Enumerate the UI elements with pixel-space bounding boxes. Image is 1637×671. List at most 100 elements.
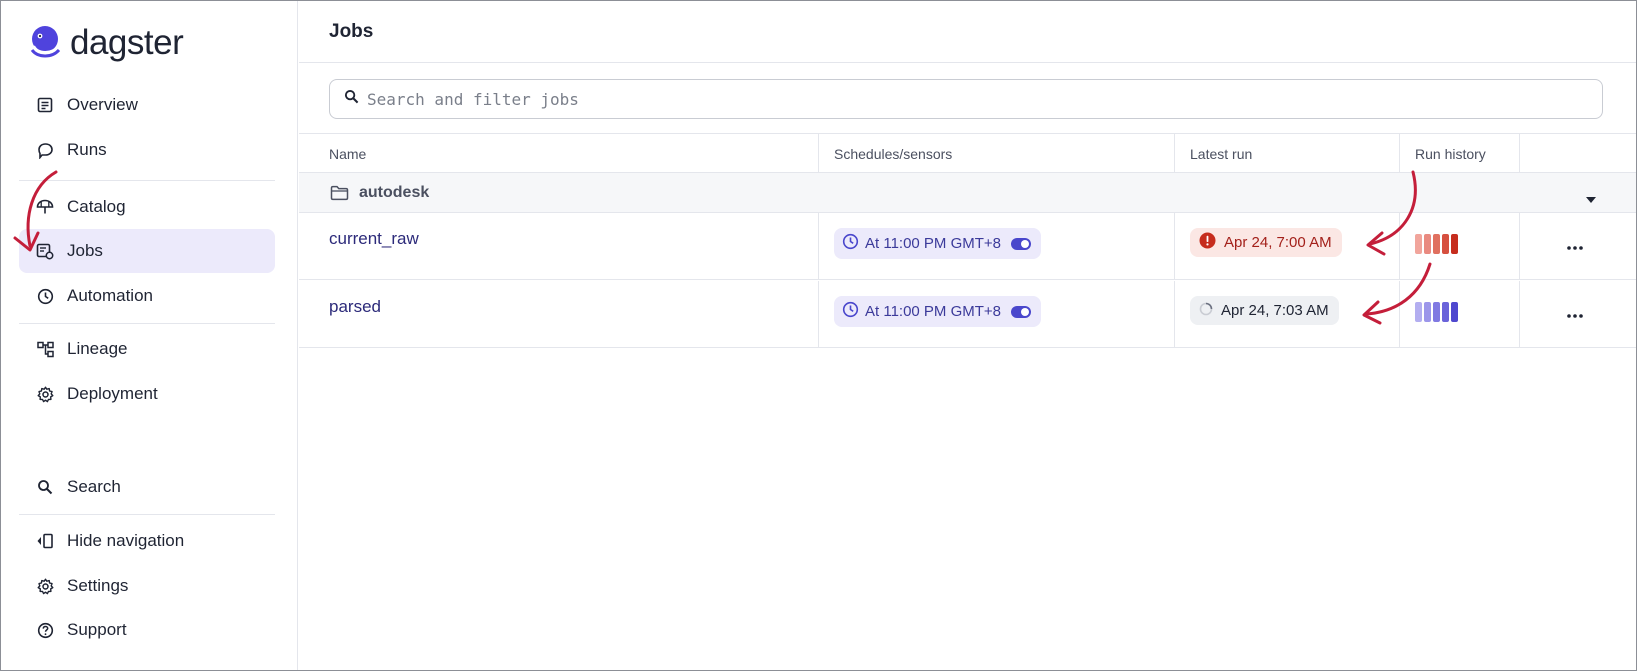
table-row: parsed At 11:00 PM GMT+8 Apr 24, 7:03 AM [299,281,1636,348]
sidebar-item-jobs[interactable]: Jobs [19,229,275,273]
sidebar-item-label: Jobs [67,241,103,260]
search-icon [344,89,359,109]
catalog-icon [36,198,54,216]
sidebar-item-automation[interactable]: Automation [19,274,275,318]
sidebar-item-settings[interactable]: Settings [19,564,275,608]
column-header-schedules[interactable]: Schedules/sensors [818,134,1174,174]
overview-icon [36,96,54,114]
run-history-bar[interactable] [1451,234,1458,254]
run-history [1415,302,1458,322]
latest-run-label: Apr 24, 7:00 AM [1224,234,1332,251]
sidebar-item-label: Catalog [67,197,126,216]
search-input[interactable] [367,89,1567,109]
schedule-cell: At 11:00 PM GMT+8 [818,281,1174,348]
run-history-bar[interactable] [1442,234,1449,254]
sidebar-item-label: Automation [67,286,153,305]
run-history-bar[interactable] [1451,302,1458,322]
sidebar-item-label: Hide navigation [67,531,185,550]
sidebar-item-hide-navigation[interactable]: Hide navigation [19,519,275,563]
lineage-icon [36,340,54,358]
clock-icon [842,301,859,322]
runs-icon [36,141,54,159]
latest-run-tag[interactable]: Apr 24, 7:03 AM [1190,296,1339,325]
sidebar-item-catalog[interactable]: Catalog [19,185,275,229]
sidebar-divider [19,514,275,515]
run-history-bar[interactable] [1433,302,1440,322]
actions-cell [1519,213,1636,280]
run-history-bar[interactable] [1442,302,1449,322]
actions-cell [1519,281,1636,348]
run-history-bar[interactable] [1433,234,1440,254]
job-link[interactable]: current_raw [329,229,419,249]
brand-name: dagster [70,23,184,62]
run-history-bar[interactable] [1415,302,1422,322]
sidebar-divider [19,180,275,181]
run-history-bar[interactable] [1415,234,1422,254]
column-header-actions [1519,134,1636,174]
sidebar-item-deployment[interactable]: Deployment [19,372,275,416]
dagster-logo[interactable]: dagster [28,23,184,63]
latest-run-cell: Apr 24, 7:03 AM [1174,281,1399,348]
sidebar-item-label: Runs [67,140,107,159]
search-icon [36,478,54,496]
latest-run-label: Apr 24, 7:03 AM [1221,302,1329,319]
spinner-icon [1199,302,1213,320]
dagster-logo-icon [28,24,62,63]
sidebar-item-search[interactable]: Search [19,465,275,509]
search-box[interactable] [329,79,1603,119]
main-content: Jobs Name Schedules/sensors Latest run R… [299,1,1636,670]
sidebar-item-label: Settings [67,576,129,595]
job-name-cell: current_raw [299,213,818,280]
schedule-toggle[interactable] [1011,305,1032,318]
schedule-tag[interactable]: At 11:00 PM GMT+8 [834,228,1042,259]
run-history-cell [1399,213,1519,280]
column-header-run-history[interactable]: Run history [1399,134,1519,174]
sidebar-item-runs[interactable]: Runs [19,128,275,172]
latest-run-tag[interactable]: Apr 24, 7:00 AM [1190,228,1342,257]
group-row-autodesk[interactable]: autodesk [299,173,1636,213]
sidebar-item-support[interactable]: Support [19,608,275,652]
more-actions-button[interactable] [1560,299,1590,329]
table-header: Name Schedules/sensors Latest run Run hi… [299,133,1636,174]
folder-icon [330,185,349,206]
caret-down-icon[interactable] [1586,190,1596,208]
schedule-toggle[interactable] [1011,237,1032,250]
schedule-label: At 11:00 PM GMT+8 [865,235,1002,252]
sidebar-item-overview[interactable]: Overview [19,83,275,127]
sidebar-item-lineage[interactable]: Lineage [19,327,275,371]
column-header-name[interactable]: Name [299,134,818,174]
column-header-latest-run[interactable]: Latest run [1174,134,1399,174]
run-history-bar[interactable] [1424,234,1431,254]
run-history-bar[interactable] [1424,302,1431,322]
clock-icon [842,233,859,254]
sidebar-divider [19,323,275,324]
sidebar: dagster Overview Runs Catalog Jobs Autom… [1,1,298,670]
clock-icon [36,287,54,305]
group-name: autodesk [359,184,430,201]
ellipsis-icon [1567,305,1583,323]
schedule-tag[interactable]: At 11:00 PM GMT+8 [834,296,1042,327]
page-title: Jobs [329,21,374,42]
sidebar-item-label: Overview [67,95,138,114]
sidebar-item-label: Support [67,620,127,639]
table-row: current_raw At 11:00 PM GMT+8 Apr 24, 7:… [299,213,1636,280]
sidebar-item-label: Deployment [67,384,158,403]
job-link[interactable]: parsed [329,297,381,317]
job-name-cell: parsed [299,281,818,348]
gear-icon [36,385,54,403]
latest-run-cell: Apr 24, 7:00 AM [1174,213,1399,280]
schedule-label: At 11:00 PM GMT+8 [865,303,1002,320]
run-history-cell [1399,281,1519,348]
gear-icon [36,577,54,595]
hide-nav-icon [36,532,54,550]
help-icon [36,621,54,639]
error-icon [1199,232,1216,253]
sidebar-item-label: Search [67,477,121,496]
jobs-icon [36,242,54,260]
page-header: Jobs [299,1,1636,63]
ellipsis-icon [1567,237,1583,255]
sidebar-item-label: Lineage [67,339,128,358]
run-history [1415,234,1458,254]
more-actions-button[interactable] [1560,231,1590,261]
schedule-cell: At 11:00 PM GMT+8 [818,213,1174,280]
